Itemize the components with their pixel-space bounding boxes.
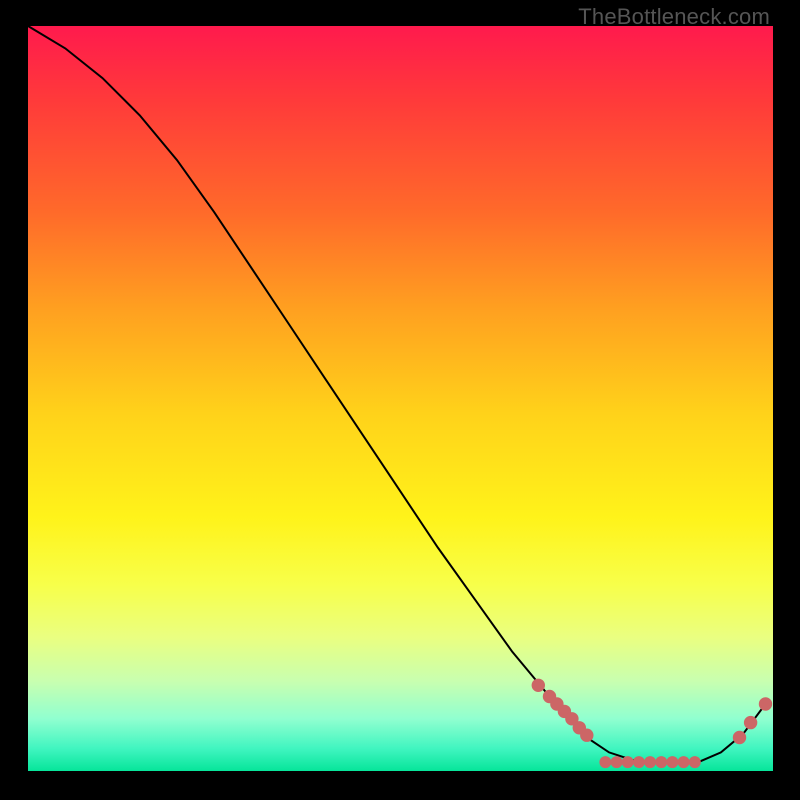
- highlight-dot: [689, 756, 701, 768]
- curve-line: [28, 26, 766, 762]
- highlight-dot: [644, 756, 656, 768]
- highlight-dot: [666, 756, 678, 768]
- highlight-dot: [655, 756, 667, 768]
- chart-svg: [0, 0, 800, 800]
- highlight-dot: [599, 756, 611, 768]
- highlight-dot: [611, 756, 623, 768]
- highlight-dot: [633, 756, 645, 768]
- highlight-dot: [532, 679, 545, 692]
- highlight-dot: [678, 756, 690, 768]
- highlight-dot: [622, 756, 634, 768]
- highlight-dot: [759, 697, 772, 710]
- highlight-dot: [744, 716, 757, 729]
- highlight-dot: [580, 729, 593, 742]
- highlight-dot: [733, 731, 746, 744]
